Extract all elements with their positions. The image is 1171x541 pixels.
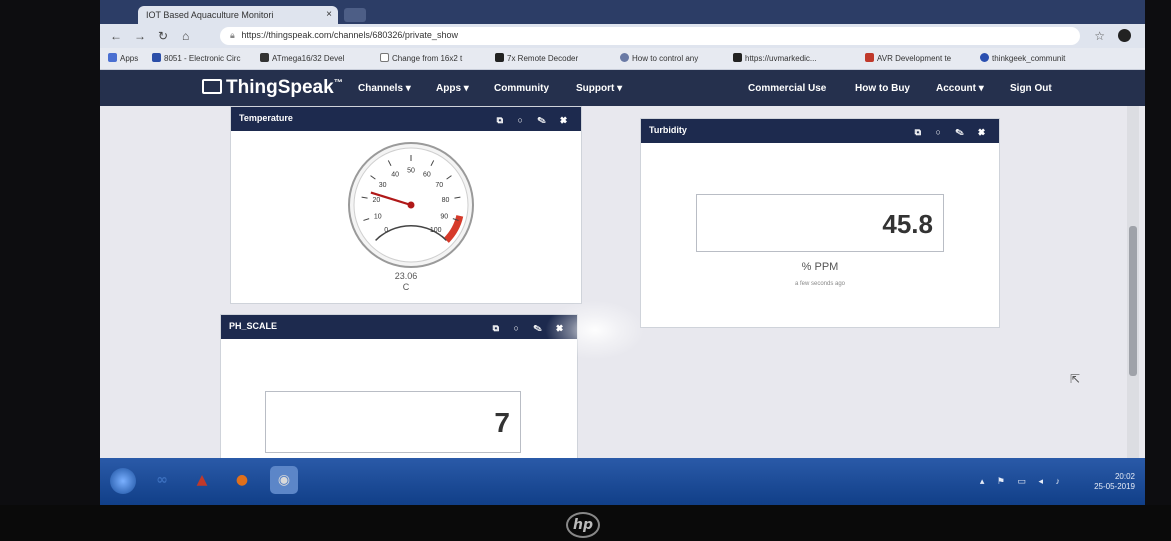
taskbar-app-icon[interactable]: ▲ [188,466,216,494]
system-tray-icons[interactable]: ▴ ⚑ ▭ ◂ ♪ [980,476,1065,487]
apps-grid-icon [108,53,117,62]
bookmark-favicon-icon [865,53,874,62]
gauge-unit: C [402,282,410,292]
widget-header: Turbidity ⧉ ○ ✎ ✖ [641,119,999,143]
browser-toolbar: ← → ↻ ⌂ 🔒︎ https://thingspeak.com/channe… [100,24,1145,48]
bookmark-item[interactable]: 8051 - Electronic Circ [152,53,240,63]
nav-apps[interactable]: Apps ▾ [436,83,469,94]
bookmarks-bar: Apps 8051 - Electronic Circ ATmega16/32 … [100,48,1145,70]
gauge-tick-label: 60 [423,171,431,178]
clock-date: 25-05-2019 [1094,482,1135,491]
nav-account[interactable]: Account ▾ [936,83,984,94]
bookmark-item[interactable]: ATmega16/32 Devel [260,53,344,63]
gauge-tick-label: 10 [374,213,382,220]
bookmark-favicon-icon [980,53,989,62]
bookmark-item[interactable]: AVR Development te [865,53,951,63]
widget-tools-icons[interactable]: ⧉ ○ ✎ ✖ [497,115,573,126]
photo-frame: IOT Based Aquaculture Monitori × ← → ↻ ⌂… [0,0,1171,541]
screen-glare [545,300,645,360]
ph-value-display: 7 [265,391,521,453]
widget-title: Temperature [239,113,293,123]
speech-bubble-icon [202,79,222,94]
widget-tools-icons[interactable]: ⧉ ○ ✎ ✖ [915,127,991,138]
temperature-gauge: 0 10 20 30 40 50 60 70 80 90 100 [341,135,481,275]
bookmark-item[interactable]: How to control any [620,53,698,63]
widget-title: PH_SCALE [229,321,278,331]
temperature-widget: Temperature ⧉ ○ ✎ ✖ 0 10 20 30 40 50 60 70 80 90 1… [230,106,582,304]
gauge-reading: 23.06 [394,271,418,281]
tab-close-icon[interactable]: × [326,9,332,20]
browser-tab-strip: IOT Based Aquaculture Monitori × [100,0,1145,24]
thingspeak-logo[interactable]: ThingSpeak™ [202,77,343,99]
widget-header: Temperature ⧉ ○ ✎ ✖ [231,107,581,131]
turbidity-value-display: 45.8 [696,194,944,252]
gauge-tick-label: 80 [442,197,450,204]
page-scrollbar[interactable] [1127,106,1139,486]
bookmark-favicon-icon [733,53,742,62]
ph-scale-widget: PH_SCALE ⧉ ○ ✎ ✖ 7 PH [220,314,578,474]
last-updated: a few seconds ago [794,281,846,287]
widget-header: PH_SCALE ⧉ ○ ✎ ✖ [221,315,577,339]
taskbar-app-icon[interactable]: ● [228,466,256,494]
system-clock[interactable]: 20:02 25-05-2019 [1094,472,1135,492]
hp-logo: hp [566,512,600,538]
widget-title: Turbidity [649,125,687,135]
gauge-tick-label: 90 [440,213,448,220]
gauge-needle-hub [407,201,415,209]
url-input[interactable]: 🔒︎ https://thingspeak.com/channels/68032… [220,27,1080,45]
browser-tab[interactable]: IOT Based Aquaculture Monitori × [138,6,338,24]
bookmark-apps[interactable]: Apps [108,53,138,63]
gauge-tick-label: 0 [384,227,388,234]
gauge-tick-label: 70 [435,182,443,189]
profile-avatar[interactable] [1118,29,1131,42]
bookmark-favicon-icon [152,53,161,62]
new-tab-button[interactable] [344,8,366,22]
trademark-mark: ™ [333,77,343,88]
mouse-cursor-icon: ⇱ [1070,372,1081,386]
gauge-tick-label: 20 [373,197,381,204]
url-text: https://thingspeak.com/channels/680326/p… [241,30,458,40]
bookmark-item[interactable]: 7x Remote Decoder [495,53,578,63]
nav-support[interactable]: Support ▾ [576,83,622,94]
windows-taskbar: ∞ ▲ ● ◉ ▴ ⚑ ▭ ◂ ♪ 20:02 25-05-2019 [100,458,1145,508]
page-icon [380,53,389,62]
start-button[interactable] [110,468,136,494]
bookmark-favicon-icon [620,53,629,62]
lock-icon: 🔒︎ [230,30,235,40]
thingspeak-navbar: ThingSpeak™ Channels ▾ Apps ▾ Community … [100,70,1145,106]
home-icon[interactable]: ⌂ [182,29,189,43]
taskbar-chrome-icon[interactable]: ◉ [270,466,298,494]
nav-community[interactable]: Community [494,83,549,94]
reload-icon[interactable]: ↻ [158,29,168,43]
turbidity-widget: Turbidity ⧉ ○ ✎ ✖ 45.8 % PPM a few secon… [640,118,1000,328]
forward-arrow-icon[interactable]: → [134,29,146,43]
taskbar-app-icon[interactable]: ∞ [148,466,176,494]
bookmark-item[interactable]: https://uvmarkedic... [733,53,817,63]
nav-how-to-buy[interactable]: How to Buy [855,83,910,94]
back-arrow-icon[interactable]: ← [110,29,122,43]
bookmark-item[interactable]: Change from 16x2 t [380,53,462,63]
gauge-tick-label: 50 [407,168,415,175]
scrollbar-thumb[interactable] [1129,226,1137,376]
bookmark-favicon-icon [495,53,504,62]
nav-commercial-use[interactable]: Commercial Use [748,83,826,94]
bookmark-favicon-icon [260,53,269,62]
clock-time: 20:02 [1114,472,1135,481]
turbidity-unit: % PPM [801,261,839,273]
nav-sign-out[interactable]: Sign Out [1010,83,1052,94]
gauge-tick-label: 40 [391,171,399,178]
bookmark-item[interactable]: thinkgeek_communit [980,53,1065,63]
gauge-tick-label: 100 [430,227,442,234]
gauge-dial: 010 20 30 40 50 60 70 80 90 100 [348,142,474,268]
tab-title: IOT Based Aquaculture Monitori [146,10,274,20]
gauge-tick-label: 30 [379,182,387,189]
bookmark-star-icon[interactable]: ☆ [1094,29,1105,43]
monitor-screen: IOT Based Aquaculture Monitori × ← → ↻ ⌂… [100,0,1145,508]
nav-channels[interactable]: Channels ▾ [358,83,411,94]
